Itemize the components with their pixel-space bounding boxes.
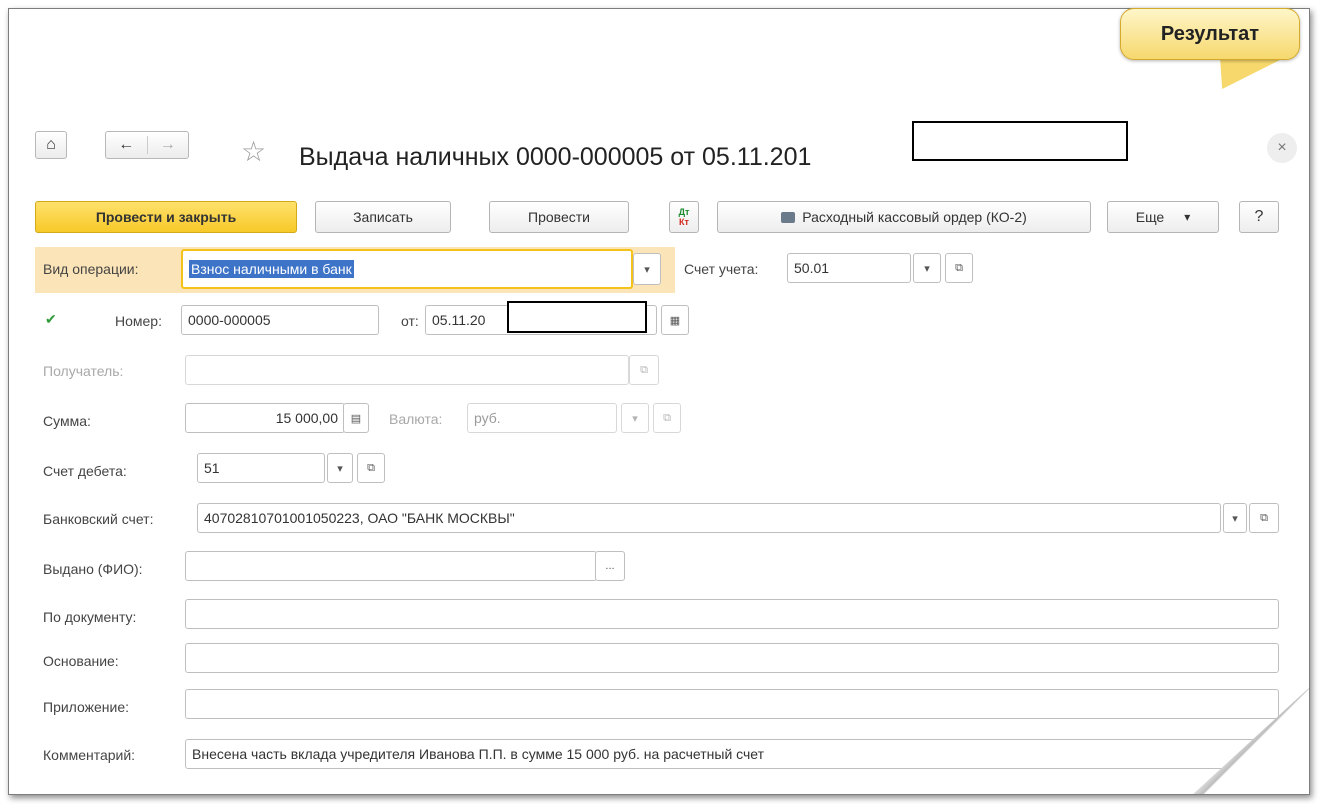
- kt-icon: Кт: [679, 217, 689, 227]
- print-cash-order-label: Расходный кассовый ордер (КО-2): [802, 209, 1027, 225]
- currency-field[interactable]: руб.: [467, 403, 617, 433]
- basis-label: Основание:: [43, 653, 119, 669]
- help-button[interactable]: ?: [1239, 201, 1279, 233]
- account-field[interactable]: 50.01: [787, 253, 911, 283]
- more-button[interactable]: Еще ▾: [1107, 201, 1219, 233]
- dt-icon: Дт: [678, 207, 690, 217]
- recipient-field[interactable]: [185, 355, 629, 385]
- home-button[interactable]: ⌂: [35, 131, 67, 159]
- basis-field[interactable]: [185, 643, 1279, 673]
- issued-to-field[interactable]: [185, 551, 597, 581]
- recipient-open-icon[interactable]: ⧉: [629, 355, 659, 385]
- more-label: Еще: [1135, 209, 1165, 225]
- calculator-icon[interactable]: ▤: [343, 403, 369, 433]
- currency-dropdown-icon[interactable]: ▾: [621, 403, 649, 433]
- operation-type-select[interactable]: Взнос наличными в банк: [181, 249, 633, 289]
- post-button[interactable]: Провести: [489, 201, 629, 233]
- debit-account-open-icon[interactable]: ⧉: [357, 453, 385, 483]
- amount-label: Сумма:: [43, 413, 91, 429]
- page-title: Выдача наличных 0000-000005 от 05.11.201: [299, 143, 812, 171]
- dt-kt-button[interactable]: Дт Кт: [669, 201, 699, 233]
- redacted-region: [912, 121, 1128, 161]
- amount-field[interactable]: 15 000,00: [185, 403, 345, 433]
- calendar-icon[interactable]: ▦: [661, 305, 689, 335]
- bank-account-open-icon[interactable]: ⧉: [1249, 503, 1279, 533]
- operation-label: Вид операции:: [43, 261, 139, 277]
- by-document-label: По документу:: [43, 609, 137, 625]
- currency-label: Валюта:: [389, 411, 443, 427]
- attachment-label: Приложение:: [43, 699, 130, 715]
- bank-account-label: Банковский счет:: [43, 511, 154, 527]
- bank-account-field[interactable]: 40702810701001050223, ОАО "БАНК МОСКВЫ": [197, 503, 1221, 533]
- currency-open-icon[interactable]: ⧉: [653, 403, 681, 433]
- account-label: Счет учета:: [684, 261, 759, 277]
- debit-account-label: Счет дебета:: [43, 463, 127, 479]
- account-dropdown-icon[interactable]: ▾: [913, 253, 941, 283]
- operation-dropdown-icon[interactable]: ▾: [633, 253, 661, 285]
- save-button[interactable]: Записать: [315, 201, 451, 233]
- issued-to-label: Выдано (ФИО):: [43, 561, 143, 577]
- comment-field[interactable]: Внесена часть вклада учредителя Иванова …: [185, 739, 1279, 769]
- post-and-close-button[interactable]: Провести и закрыть: [35, 201, 297, 233]
- print-cash-order-button[interactable]: Расходный кассовый ордер (КО-2): [717, 201, 1091, 233]
- posted-status-icon: ✔: [45, 311, 57, 327]
- document-window: ⌂ ← → ☆ Выдача наличных 0000-000005 от 0…: [8, 8, 1310, 795]
- number-field[interactable]: 0000-000005: [181, 305, 379, 335]
- operation-type-value: Взнос наличными в банк: [189, 260, 354, 278]
- account-open-icon[interactable]: ⧉: [945, 253, 973, 283]
- close-icon[interactable]: ×: [1267, 133, 1297, 163]
- date-label: от:: [401, 313, 419, 329]
- history-nav: ← →: [105, 131, 189, 159]
- favorite-star-icon[interactable]: ☆: [241, 135, 266, 168]
- number-label: Номер:: [115, 313, 162, 329]
- redacted-date-region: [507, 301, 647, 333]
- debit-account-field[interactable]: 51: [197, 453, 325, 483]
- issued-to-picker-button[interactable]: ...: [595, 551, 625, 581]
- chevron-down-icon: ▾: [1184, 210, 1191, 224]
- printer-icon: [781, 211, 796, 223]
- recipient-label: Получатель:: [43, 363, 124, 379]
- by-document-field[interactable]: [185, 599, 1279, 629]
- debit-account-dropdown-icon[interactable]: ▾: [327, 453, 353, 483]
- result-callout: Результат: [1120, 8, 1300, 60]
- comment-label: Комментарий:: [43, 747, 136, 763]
- attachment-field[interactable]: [185, 689, 1279, 719]
- bank-account-dropdown-icon[interactable]: ▾: [1223, 503, 1247, 533]
- back-button[interactable]: ←: [106, 136, 148, 154]
- forward-button[interactable]: →: [148, 136, 189, 154]
